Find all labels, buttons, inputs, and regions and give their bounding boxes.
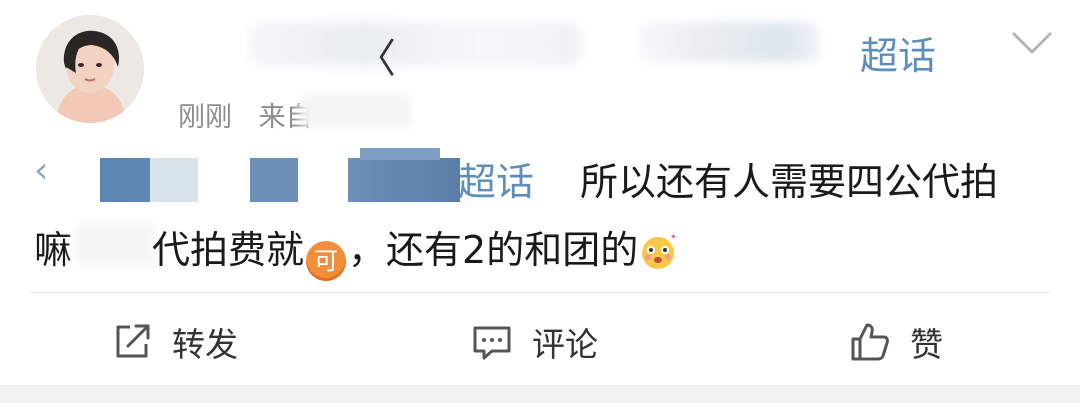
repost-icon	[116, 324, 150, 358]
text-mosaic	[360, 148, 440, 160]
like-label: 赞	[910, 325, 943, 364]
post-text-line2-end: ，还有2的和团的	[348, 228, 639, 272]
username-fragment[interactable]: 〈	[356, 26, 396, 84]
text-mosaic	[75, 222, 155, 266]
post-text-line2-start: 嘛	[34, 228, 73, 272]
topic-mosaic	[640, 22, 820, 62]
repost-label: 转发	[172, 325, 238, 364]
comment-button[interactable]: 评论	[470, 316, 598, 368]
ke-emoji-icon: 可	[306, 241, 347, 281]
weibo-post-card: 〈 超话 刚刚 来自 ‹ 超话 所以还有人需要四公代拍 嘛 代拍费就可，还有2的…	[0, 0, 1080, 385]
quote-mark: ‹	[34, 150, 49, 191]
like-button[interactable]: 赞	[848, 316, 943, 368]
supertopic-link[interactable]: 超话	[458, 148, 534, 216]
supertopic-label[interactable]: 超话	[860, 25, 936, 80]
source-mosaic	[300, 94, 410, 128]
text-mosaic	[150, 158, 198, 202]
post-text-line2: 代拍费就可，还有2的和团的	[152, 216, 678, 284]
post-text-line2-mid: 代拍费就	[152, 228, 305, 272]
text-mosaic	[250, 158, 298, 202]
thumbs-up-icon	[851, 323, 889, 361]
blushing-face-icon	[642, 234, 676, 269]
post-time: 刚刚	[178, 102, 232, 133]
divider	[30, 292, 1050, 293]
avatar[interactable]	[36, 15, 144, 123]
post-text-line1: 所以还有人需要四公代拍	[580, 160, 999, 204]
comment-label: 评论	[532, 325, 598, 364]
feed-separator	[0, 385, 1080, 403]
username-mosaic	[250, 22, 580, 66]
text-mosaic	[100, 158, 150, 202]
comment-icon	[473, 326, 511, 360]
repost-button[interactable]: 转发	[110, 316, 238, 368]
avatar-photo-icon	[36, 15, 144, 123]
text-mosaic	[348, 158, 460, 202]
chevron-down-icon[interactable]	[1010, 28, 1054, 58]
